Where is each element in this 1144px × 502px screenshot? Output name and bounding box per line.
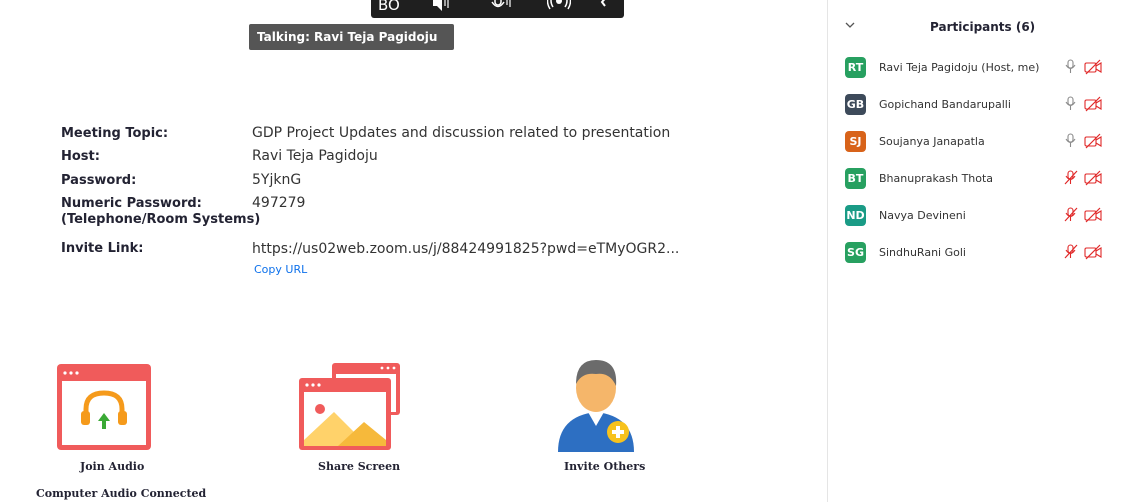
password-value: 5YjknG — [252, 172, 302, 188]
audio-status-text: Computer Audio Connected — [36, 487, 207, 500]
active-speaker-tooltip: Talking: Ravi Teja Pagidoju — [249, 24, 454, 50]
password-label: Password: — [61, 173, 137, 188]
avatar: SJ — [845, 131, 866, 152]
broadcast-icon[interactable] — [547, 0, 571, 15]
invite-link-label: Invite Link: — [61, 241, 144, 256]
microphone-icon[interactable] — [1064, 133, 1078, 154]
invite-others-label[interactable]: Invite Others — [564, 460, 645, 473]
share-screen-label[interactable]: Share Screen — [318, 460, 400, 473]
participant-row[interactable]: SJ Soujanya Janapatla — [828, 127, 1144, 157]
participant-name: Navya Devineni — [879, 209, 966, 222]
copy-url-link[interactable]: Copy URL — [254, 263, 307, 276]
participant-name: Bhanuprakash Thota — [879, 172, 994, 185]
video-off-icon[interactable] — [1084, 170, 1102, 191]
microphone-icon[interactable] — [489, 0, 513, 15]
add-user-icon — [558, 360, 634, 452]
avatar: SG — [845, 242, 866, 263]
join-audio-button[interactable] — [56, 363, 152, 451]
numeric-password-value: 497279 — [252, 195, 306, 211]
video-off-icon[interactable] — [1084, 59, 1102, 80]
video-off-icon[interactable] — [1084, 207, 1102, 228]
participant-name: Ravi Teja Pagidoju (Host, me) — [879, 61, 1040, 74]
microphone-muted-icon[interactable] — [1064, 207, 1078, 228]
share-screen-icon — [299, 363, 400, 450]
host-label: Host: — [61, 149, 100, 164]
invite-others-button[interactable] — [552, 356, 638, 454]
microphone-icon[interactable] — [1064, 59, 1078, 80]
participant-row[interactable]: BT Bhanuprakash Thota — [828, 164, 1144, 194]
participant-row[interactable]: ND Navya Devineni — [828, 201, 1144, 231]
headphones-icon — [57, 364, 151, 450]
speaker-icon[interactable] — [431, 0, 453, 15]
microphone-muted-icon[interactable] — [1064, 170, 1078, 191]
participant-row[interactable]: GB Gopichand Bandarupalli — [828, 90, 1144, 120]
meeting-topic-label: Meeting Topic: — [61, 126, 169, 141]
participant-name: SindhuRani Goli — [879, 246, 966, 259]
participant-row[interactable]: RT Ravi Teja Pagidoju (Host, me) — [828, 53, 1144, 83]
invite-link-value: https://us02web.zoom.us/j/88424991825?pw… — [252, 241, 680, 257]
breakout-label[interactable]: BO — [378, 0, 400, 14]
video-off-icon[interactable] — [1084, 244, 1102, 265]
floating-video-toolbar: BO — [371, 0, 624, 18]
participants-title: Participants (6) — [930, 20, 1036, 34]
chevron-left-icon[interactable] — [599, 0, 613, 15]
participant-name: Soujanya Janapatla — [879, 135, 985, 148]
participant-name: Gopichand Bandarupalli — [879, 98, 1011, 111]
join-audio-label[interactable]: Join Audio — [80, 460, 144, 473]
meeting-topic-value: GDP Project Updates and discussion relat… — [252, 125, 671, 141]
numeric-password-sublabel: (Telephone/Room Systems) — [61, 212, 261, 227]
avatar: GB — [845, 94, 866, 115]
host-value: Ravi Teja Pagidoju — [252, 148, 378, 164]
avatar: ND — [845, 205, 866, 226]
chevron-down-icon[interactable] — [845, 20, 855, 32]
microphone-muted-icon[interactable] — [1064, 244, 1078, 265]
numeric-password-label: Numeric Password: — [61, 196, 202, 211]
video-off-icon[interactable] — [1084, 133, 1102, 154]
video-off-icon[interactable] — [1084, 96, 1102, 117]
avatar: RT — [845, 57, 866, 78]
avatar: BT — [845, 168, 866, 189]
share-screen-button[interactable] — [298, 362, 402, 452]
participant-row[interactable]: SG SindhuRani Goli — [828, 238, 1144, 268]
microphone-icon[interactable] — [1064, 96, 1078, 117]
